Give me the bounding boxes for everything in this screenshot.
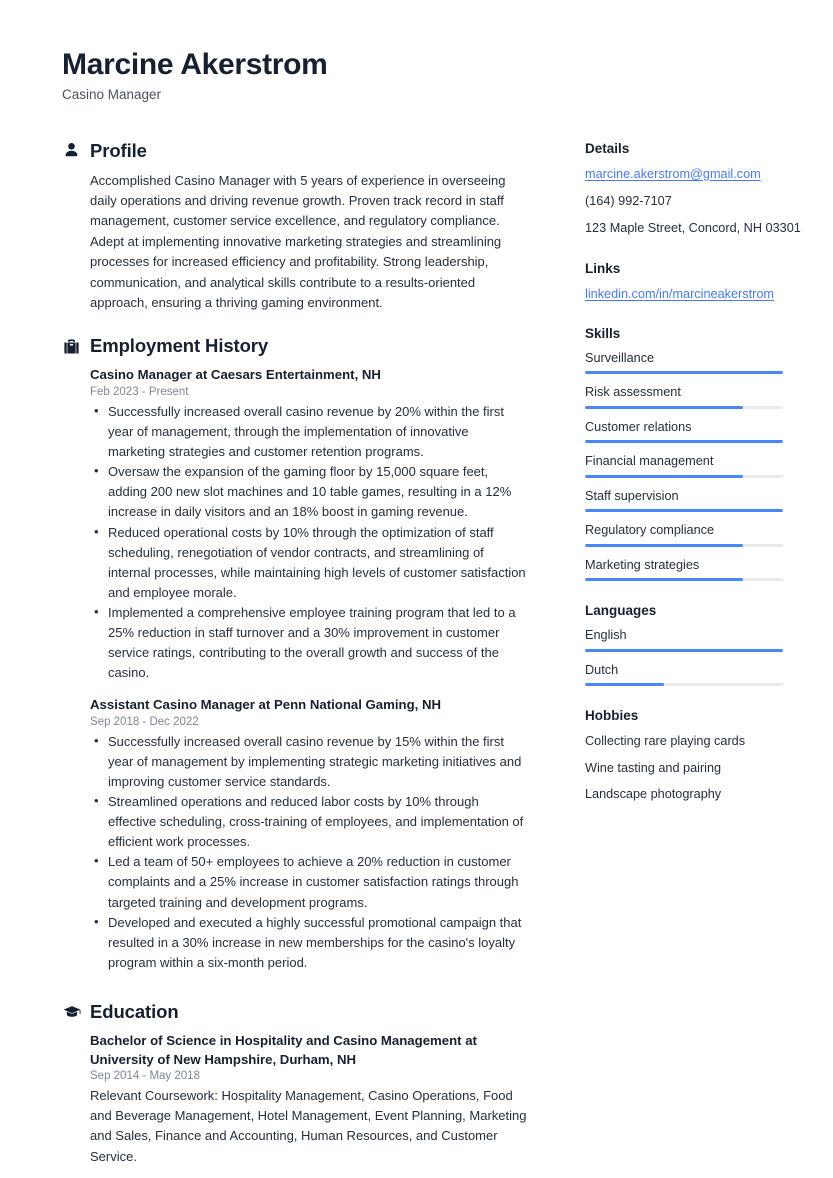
person-icon — [62, 141, 81, 160]
education-entry-description: Relevant Coursework: Hospitality Managem… — [90, 1088, 527, 1164]
skill-meter-track — [585, 578, 783, 582]
sidebar-skills-title: Skills — [585, 325, 621, 341]
email-link[interactable]: marcine.akerstrom@gmail.com — [585, 165, 807, 184]
section-education-title: Education — [90, 1000, 179, 1022]
phone-number: (164) 992-7107 — [585, 193, 672, 208]
employment-entry-date: Feb 2023 - Present — [90, 386, 189, 399]
skill-item: Regulatory compliance — [585, 522, 807, 547]
skill-item: Risk assessment — [585, 384, 807, 409]
skill-meter-track — [585, 543, 783, 547]
skill-meter-track — [585, 405, 783, 409]
list-item: Reduced operational costs by 10% through… — [90, 522, 527, 603]
list-item: Developed and executed a highly successf… — [90, 912, 527, 973]
section-profile: Profile Accomplished Casino Manager with… — [62, 140, 527, 314]
skill-item: Customer relations — [585, 419, 807, 444]
skill-meter-track — [585, 440, 783, 444]
skill-meter-track — [585, 474, 783, 478]
skill-label: Financial management — [585, 454, 714, 469]
list-item: Streamlined operations and reduced labor… — [90, 791, 527, 852]
language-item: Dutch — [585, 662, 807, 687]
skill-item: Marketing strategies — [585, 557, 807, 582]
profile-text: Accomplished Casino Manager with 5 years… — [90, 172, 506, 310]
main-column: Profile Accomplished Casino Manager with… — [62, 140, 527, 1175]
language-meter-track — [585, 648, 783, 652]
resume-page: Marcine Akerstrom Casino Manager Profile — [0, 0, 833, 1178]
sidebar-languages: Languages English Dutch — [585, 603, 807, 687]
resume-columns: Profile Accomplished Casino Manager with… — [62, 140, 801, 1175]
linkedin-link[interactable]: linkedin.com/in/marcineakerstrom — [585, 285, 807, 304]
sidebar: Details marcine.akerstrom@gmail.com (164… — [585, 140, 807, 826]
section-education: Education Bachelor of Science in Hospita… — [62, 1001, 527, 1167]
employment-entry-bullets: Successfully increased overall casino re… — [90, 401, 527, 683]
graduation-cap-icon — [62, 1002, 81, 1021]
hobby-item: Wine tasting and pairing — [585, 760, 722, 775]
language-meter-fill — [585, 648, 783, 652]
skill-label: Customer relations — [585, 419, 692, 434]
skill-meter-fill — [585, 474, 744, 478]
section-education-body: Bachelor of Science in Hospitality and C… — [62, 1032, 527, 1167]
hobby-item: Landscape photography — [585, 786, 722, 801]
section-education-header: Education — [62, 1001, 527, 1023]
language-label: Dutch — [585, 662, 619, 677]
skill-label: Risk assessment — [585, 385, 681, 400]
postal-address: 123 Maple Street, Concord, NH 03301 — [585, 221, 801, 236]
skill-meter-fill — [585, 543, 744, 547]
employment-entry-title: Assistant Casino Manager at Penn Nationa… — [90, 697, 442, 713]
skill-meter-fill — [585, 371, 783, 375]
page-title: Marcine Akerstrom — [62, 48, 328, 81]
list-item: Implemented a comprehensive employee tra… — [90, 602, 527, 683]
education-entry: Bachelor of Science in Hospitality and C… — [90, 1032, 527, 1167]
section-profile-title: Profile — [90, 139, 147, 161]
list-item: Successfully increased overall casino re… — [90, 731, 527, 792]
employment-entry-title: Casino Manager at Caesars Entertainment,… — [90, 367, 381, 383]
resume-header: Marcine Akerstrom Casino Manager — [62, 48, 784, 102]
skill-label: Marketing strategies — [585, 557, 700, 572]
list-item: Led a team of 50+ employees to achieve a… — [90, 851, 527, 912]
section-profile-header: Profile — [62, 140, 527, 162]
skill-meter-track — [585, 371, 783, 375]
employment-entry: Assistant Casino Manager at Penn Nationa… — [90, 696, 527, 973]
employment-entry-bullets: Successfully increased overall casino re… — [90, 731, 527, 973]
skill-meter-fill — [585, 509, 783, 513]
skill-label: Surveillance — [585, 350, 655, 365]
sidebar-skills: Skills Surveillance Risk assessment Cust… — [585, 326, 807, 582]
section-employment-title: Employment History — [90, 335, 269, 357]
section-employment-header: Employment History — [62, 335, 527, 357]
job-title: Casino Manager — [62, 86, 162, 102]
employment-entry-date: Sep 2018 - Dec 2022 — [90, 715, 199, 728]
skill-label: Staff supervision — [585, 488, 679, 503]
sidebar-links-title: Links — [585, 260, 621, 276]
skill-item: Surveillance — [585, 350, 807, 375]
skill-meter-track — [585, 509, 783, 513]
briefcase-icon — [62, 337, 81, 356]
language-item: English — [585, 627, 807, 652]
language-meter-track — [585, 683, 783, 687]
language-label: English — [585, 628, 627, 643]
entry-spacer — [90, 687, 527, 696]
section-employment-body: Casino Manager at Caesars Entertainment,… — [62, 366, 527, 973]
skill-meter-fill — [585, 405, 744, 409]
sidebar-links: Links linkedin.com/in/marcineakerstrom — [585, 261, 807, 304]
sidebar-details-title: Details — [585, 140, 630, 156]
sidebar-hobbies: Hobbies Collecting rare playing cards Wi… — [585, 708, 807, 803]
skill-label: Regulatory compliance — [585, 523, 715, 538]
skill-meter-fill — [585, 440, 783, 444]
section-employment: Employment History Casino Manager at Cae… — [62, 335, 527, 973]
skill-item: Staff supervision — [585, 488, 807, 513]
employment-entry: Casino Manager at Caesars Entertainment,… — [90, 366, 527, 683]
education-entry-title: Bachelor of Science in Hospitality and C… — [90, 1032, 477, 1067]
skill-item: Financial management — [585, 453, 807, 478]
hobby-item: Collecting rare playing cards — [585, 734, 746, 749]
sidebar-details: Details marcine.akerstrom@gmail.com (164… — [585, 141, 807, 239]
language-meter-fill — [585, 683, 665, 687]
education-entry-date: Sep 2014 - May 2018 — [90, 1070, 200, 1083]
list-item: Successfully increased overall casino re… — [90, 401, 527, 462]
section-profile-body: Accomplished Casino Manager with 5 years… — [62, 171, 527, 314]
sidebar-hobbies-title: Hobbies — [585, 708, 639, 724]
sidebar-languages-title: Languages — [585, 603, 657, 619]
list-item: Oversaw the expansion of the gaming floo… — [90, 461, 527, 522]
skill-meter-fill — [585, 578, 744, 582]
